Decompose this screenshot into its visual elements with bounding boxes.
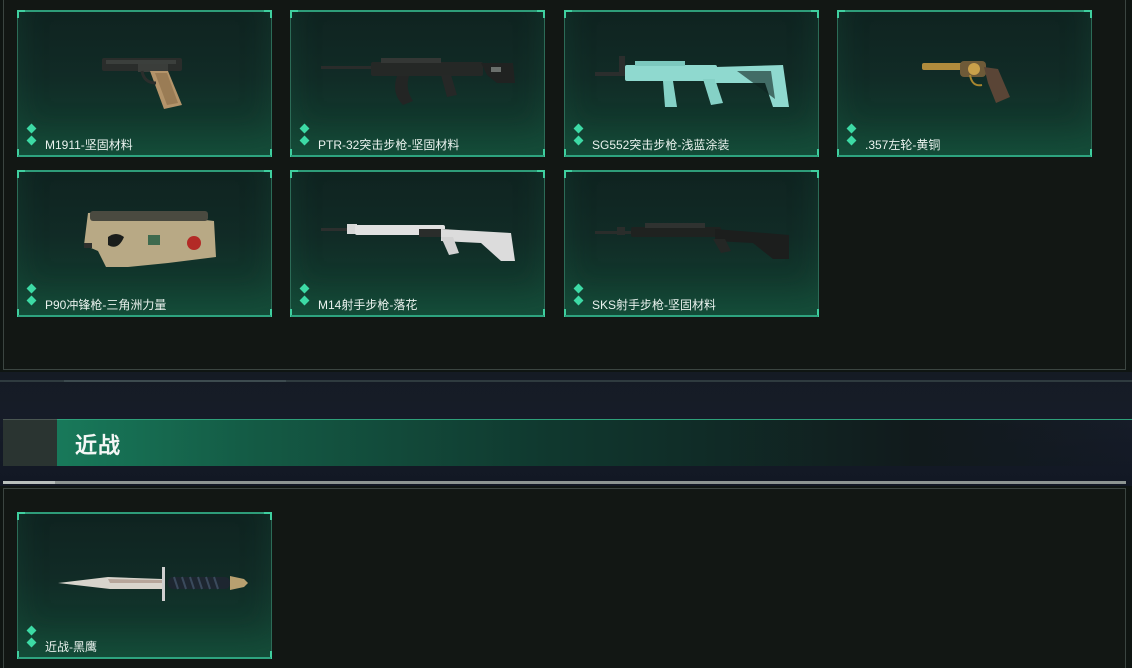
rarity-indicator xyxy=(573,283,585,308)
weapon-card-m14[interactable]: M14射手步枪-落花 xyxy=(290,170,545,317)
card-corner-accent xyxy=(564,149,572,157)
rarity-indicator xyxy=(26,625,38,650)
rarity-indicator xyxy=(299,123,311,148)
rarity-diamond-icon xyxy=(573,135,584,146)
rarity-indicator xyxy=(299,283,311,308)
rarity-diamond-icon xyxy=(26,625,37,636)
smg-icon xyxy=(84,211,216,267)
marksman-rifle-icon xyxy=(321,224,515,261)
card-corner-accent xyxy=(290,149,298,157)
rarity-diamond-icon xyxy=(846,123,857,134)
rarity-diamond-icon xyxy=(846,135,857,146)
weapon-name: PTR-32突击步枪-坚固材料 xyxy=(318,138,460,152)
card-corner-accent xyxy=(537,149,545,157)
rarity-indicator xyxy=(846,123,858,148)
sks-rifle-icon xyxy=(595,223,789,259)
assault-rifle-teal-icon xyxy=(595,56,789,107)
weapon-card-sg552[interactable]: SG552突击步枪-浅蓝涂装 xyxy=(564,10,819,157)
rarity-diamond-icon xyxy=(573,295,584,306)
weapon-name: M14射手步枪-落花 xyxy=(318,298,418,312)
rarity-diamond-icon xyxy=(26,123,37,134)
card-corner-accent xyxy=(564,309,572,317)
card-corner-accent xyxy=(17,651,25,659)
section-title: 近战 xyxy=(75,433,122,458)
weapon-card-knife[interactable]: 近战-黑鹰 xyxy=(17,512,272,659)
weapon-card-p90[interactable]: P90冲锋枪-三角洲力量 xyxy=(17,170,272,317)
card-corner-accent xyxy=(17,309,25,317)
card-corner-accent xyxy=(837,149,845,157)
rarity-diamond-icon xyxy=(26,135,37,146)
weapon-card-ptr32[interactable]: PTR-32突击步枪-坚固材料 xyxy=(290,10,545,157)
rarity-diamond-icon xyxy=(26,283,37,294)
section-header-bar xyxy=(57,419,1132,466)
knife-icon xyxy=(58,567,248,601)
rarity-diamond-icon xyxy=(26,637,37,648)
weapon-name: 近战-黑鹰 xyxy=(45,640,97,654)
rarity-diamond-icon xyxy=(299,295,310,306)
weapon-name: SKS射手步枪-坚固材料 xyxy=(592,298,717,312)
card-corner-accent xyxy=(1084,149,1092,157)
section-underline-dim xyxy=(55,481,1126,484)
rarity-indicator xyxy=(26,283,38,308)
rarity-diamond-icon xyxy=(26,295,37,306)
card-corner-accent xyxy=(811,309,819,317)
weapon-card-m1911[interactable]: M1911-坚固材料 xyxy=(17,10,272,157)
weapon-name: M1911-坚固材料 xyxy=(45,138,133,152)
weapon-card-357-revolver[interactable]: .357左轮-黄铜 xyxy=(837,10,1092,157)
pistol-icon xyxy=(102,58,182,109)
section-header-stub xyxy=(3,419,57,466)
card-corner-accent xyxy=(264,149,272,157)
rarity-diamond-icon xyxy=(299,135,310,146)
rarity-diamond-icon xyxy=(573,123,584,134)
weapon-card-sks[interactable]: SKS射手步枪-坚固材料 xyxy=(564,170,819,317)
divider-highlight xyxy=(64,380,286,382)
card-corner-accent xyxy=(264,309,272,317)
card-corner-accent xyxy=(537,309,545,317)
rarity-diamond-icon xyxy=(299,283,310,294)
weapon-name: SG552突击步枪-浅蓝涂装 xyxy=(592,138,730,152)
card-corner-accent xyxy=(17,149,25,157)
card-corner-accent xyxy=(290,309,298,317)
rarity-indicator xyxy=(573,123,585,148)
rarity-diamond-icon xyxy=(299,123,310,134)
weapon-name: P90冲锋枪-三角洲力量 xyxy=(45,298,167,312)
card-corner-accent xyxy=(264,651,272,659)
card-corner-accent xyxy=(811,149,819,157)
rarity-indicator xyxy=(26,123,38,148)
rarity-diamond-icon xyxy=(573,283,584,294)
weapon-name: .357左轮-黄铜 xyxy=(865,138,941,152)
revolver-icon xyxy=(922,61,1010,103)
assault-rifle-icon xyxy=(321,58,515,105)
